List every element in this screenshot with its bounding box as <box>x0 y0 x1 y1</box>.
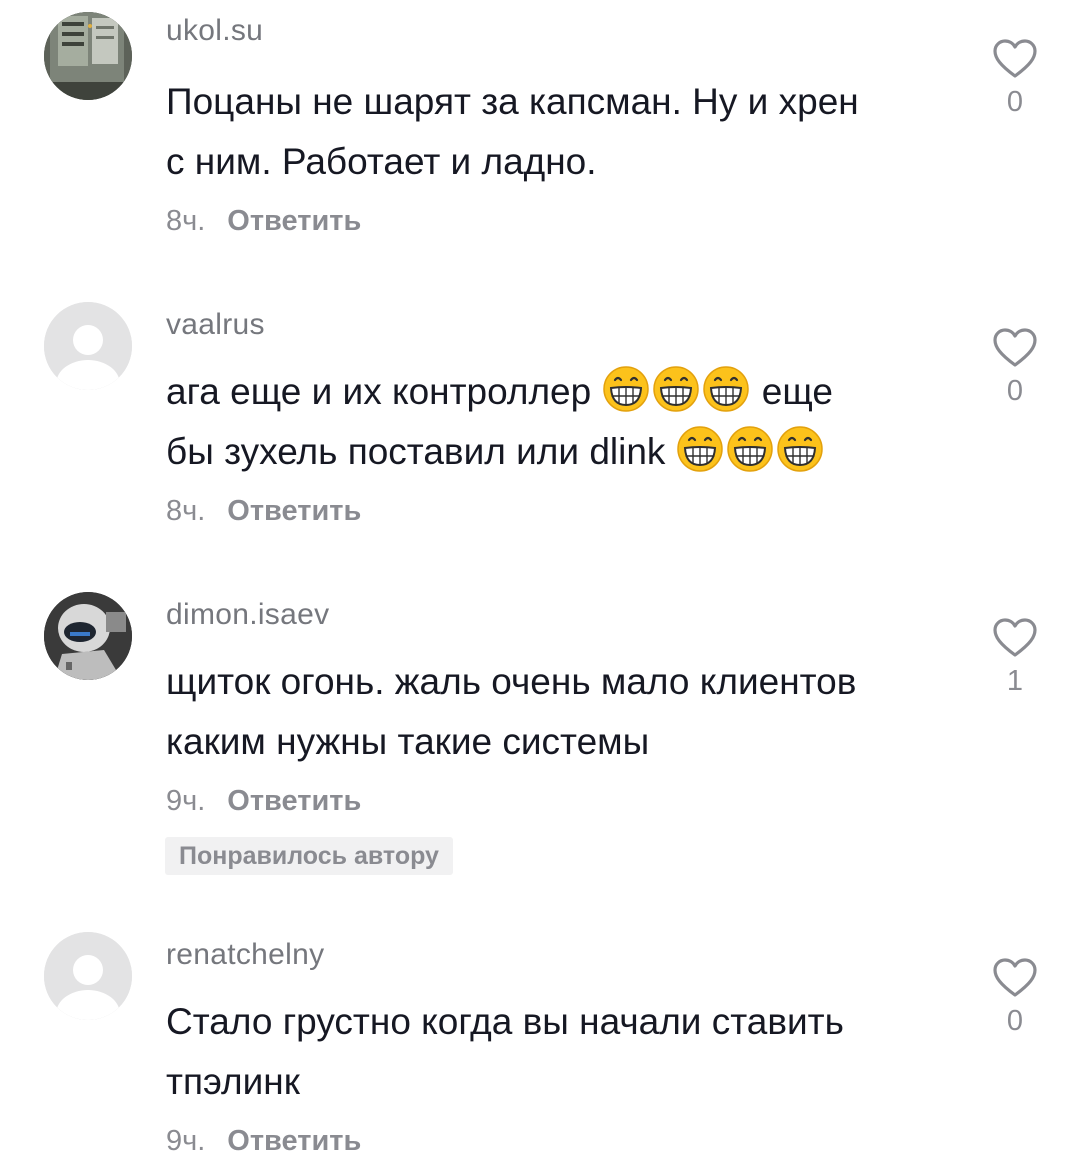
timestamp: 9ч. <box>166 1125 206 1157</box>
avatar[interactable] <box>44 592 132 680</box>
like-button[interactable]: 1 <box>988 617 1042 698</box>
username[interactable]: ukol.su <box>166 14 263 48</box>
comment-text-segment: ага еще и их контроллер <box>166 371 592 412</box>
avatar[interactable] <box>44 932 132 1020</box>
comment-text: Стало грустно когда вы начали ставить тп… <box>166 992 946 1112</box>
timestamp: 8ч. <box>166 205 206 237</box>
comment-text-line: с ним. Работает и ладно. <box>166 141 597 182</box>
comment-text-segment: бы зухель поставил или dlink <box>166 431 666 472</box>
comment-text-line: тпэлинк <box>166 1061 300 1102</box>
avatar[interactable] <box>44 12 132 100</box>
comment-text: Поцаны не шарят за капсман. Ну и хрен с … <box>166 72 946 192</box>
reply-button[interactable]: Ответить <box>227 785 361 817</box>
reply-button[interactable]: Ответить <box>227 205 361 237</box>
reply-button[interactable]: Ответить <box>227 1125 361 1157</box>
comment-text-line: Поцаны не шарят за капсман. Ну и хрен <box>166 81 859 122</box>
like-count: 0 <box>1006 375 1024 407</box>
reply-button[interactable]: Ответить <box>227 495 361 527</box>
liked-by-creator-badge: Понравилось автору <box>165 837 453 875</box>
emoji-group <box>602 366 762 412</box>
comment-text-line: Стало грустно когда вы начали ставить <box>166 1001 844 1042</box>
grinning-emoji-icon <box>776 426 823 472</box>
like-count: 0 <box>1006 1005 1024 1037</box>
username[interactable]: dimon.isaev <box>166 598 329 632</box>
heart-icon <box>993 618 1037 657</box>
username[interactable]: renatchelny <box>166 938 324 972</box>
heart-icon <box>993 328 1037 367</box>
comment-text: ага еще и их контроллер еще бы зухель по… <box>166 362 946 482</box>
username[interactable]: vaalrus <box>166 308 265 342</box>
comment-meta: 8ч. Ответить <box>166 205 361 238</box>
heart-icon <box>993 39 1037 78</box>
comment-text-line: бы зухель поставил или dlink <box>166 422 946 482</box>
grinning-emoji-icon <box>676 426 723 472</box>
comment-text-line: каким нужны такие системы <box>166 721 650 762</box>
grinning-emoji-icon <box>652 366 699 412</box>
timestamp: 8ч. <box>166 495 206 527</box>
like-button[interactable]: 0 <box>988 38 1042 119</box>
heart-icon <box>993 958 1037 997</box>
like-button[interactable]: 0 <box>988 957 1042 1038</box>
grinning-emoji-icon <box>726 426 773 472</box>
grinning-emoji-icon <box>702 366 749 412</box>
default-avatar-icon <box>44 302 132 390</box>
avatar[interactable] <box>44 302 132 390</box>
grinning-emoji-icon <box>602 366 649 412</box>
timestamp: 9ч. <box>166 785 206 817</box>
comment-text: щиток огонь. жаль очень мало клиентов ка… <box>166 652 946 772</box>
comment-text-segment: еще <box>761 371 833 412</box>
comment-text-line: ага еще и их контроллер еще <box>166 362 946 422</box>
like-count: 0 <box>1006 86 1024 118</box>
like-button[interactable]: 0 <box>988 327 1042 408</box>
like-count: 1 <box>1006 665 1024 697</box>
comment-meta: 9ч. Ответить <box>166 1125 361 1158</box>
comment-meta: 9ч. Ответить <box>166 785 361 818</box>
comment-meta: 8ч. Ответить <box>166 495 361 528</box>
comment-text-line: щиток огонь. жаль очень мало клиентов <box>166 661 857 702</box>
emoji-group <box>676 426 826 472</box>
default-avatar-icon <box>44 932 132 1020</box>
